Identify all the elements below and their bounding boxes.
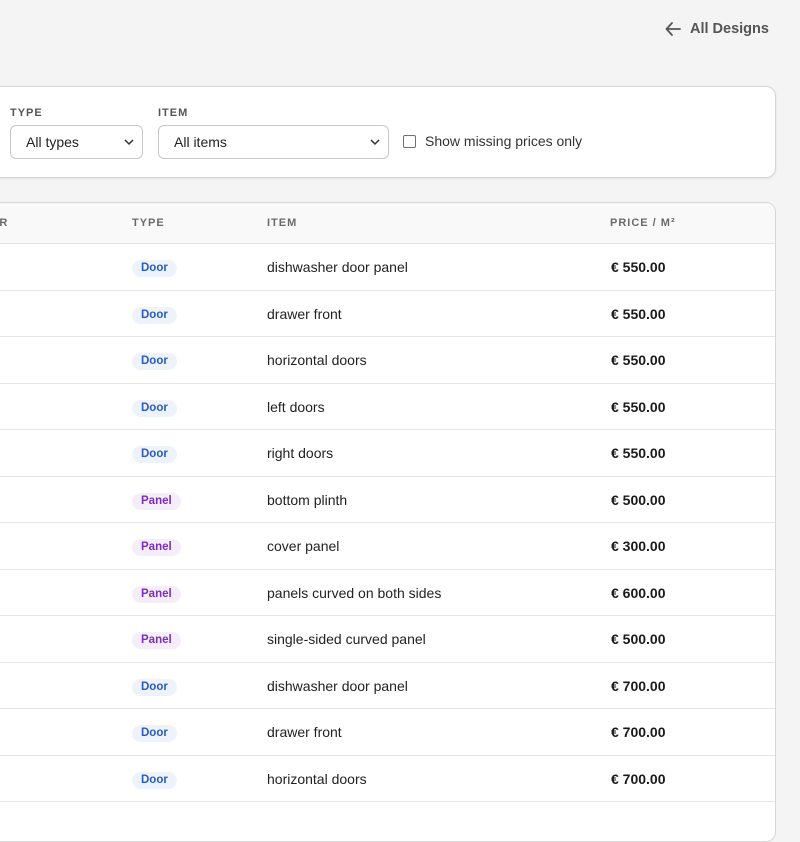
type-badge: Panel: [132, 585, 181, 603]
price-cell: € 500.00: [611, 631, 666, 647]
price-cell: € 550.00: [611, 352, 666, 368]
table-row[interactable]: Door drawer front € 550.00: [0, 291, 775, 337]
missing-prices-checkbox[interactable]: [403, 134, 416, 148]
type-badge: Panel: [132, 492, 181, 510]
type-badge: Panel: [132, 632, 181, 649]
table-body: Door dishwasher door panel € 550.00 Door dra…: [0, 244, 775, 802]
item-select-value: All items: [174, 134, 227, 150]
chevron-down-icon: [124, 139, 134, 146]
item-cell: horizontal doors: [267, 352, 367, 368]
prices-table: ER TYPE ITEM PRICE / M² Door dishwasher d…: [0, 202, 776, 842]
table-row[interactable]: Door drawer front € 700.00: [0, 709, 775, 756]
table-row[interactable]: Door horizontal doors € 550.00: [0, 337, 775, 384]
chevron-down-icon: [370, 139, 380, 146]
type-badge: Door: [132, 678, 177, 696]
item-cell: panels curved on both sides: [267, 584, 442, 601]
type-badge: Door: [132, 353, 177, 370]
item-cell: drawer front: [267, 724, 342, 740]
item-select[interactable]: All items: [158, 125, 389, 159]
column-header-type: TYPE: [132, 217, 165, 229]
price-cell: € 600.00: [611, 584, 666, 601]
item-cell: horizontal doors: [267, 770, 367, 787]
price-cell: € 550.00: [611, 445, 666, 461]
column-header-price: PRICE / M²: [610, 217, 676, 229]
missing-prices-toggle[interactable]: Show missing prices only: [403, 133, 582, 149]
item-cell: drawer front: [267, 305, 342, 322]
price-cell: € 700.00: [611, 677, 666, 694]
price-cell: € 500.00: [611, 491, 666, 508]
type-badge: Door: [132, 260, 177, 277]
table-row[interactable]: Door horizontal doors € 700.00: [0, 756, 775, 802]
all-designs-link[interactable]: All Designs: [664, 20, 769, 38]
price-cell: € 700.00: [611, 770, 666, 787]
table-row[interactable]: Door dishwasher door panel € 700.00: [0, 663, 775, 709]
type-badge: Door: [132, 306, 177, 324]
item-cell: single-sided curved panel: [267, 631, 426, 647]
arrow-left-icon: [665, 22, 681, 36]
price-cell: € 700.00: [611, 724, 666, 740]
item-cell: cover panel: [267, 538, 340, 554]
table-row[interactable]: Panel panels curved on both sides € 600.00: [0, 570, 775, 616]
table-row[interactable]: Panel single-sided curved panel € 500.00: [0, 616, 775, 663]
column-header-item: ITEM: [267, 217, 298, 229]
table-header: ER TYPE ITEM PRICE / M²: [0, 203, 775, 244]
type-filter-label: TYPE: [10, 107, 43, 119]
item-cell: left doors: [267, 398, 325, 415]
price-cell: € 550.00: [611, 398, 666, 415]
all-designs-label: All Designs: [690, 21, 769, 37]
price-cell: € 300.00: [611, 538, 666, 554]
type-select-value: All types: [26, 134, 79, 150]
type-badge: Door: [132, 446, 177, 463]
type-badge: Door: [132, 771, 177, 789]
table-row[interactable]: Door right doors € 550.00: [0, 430, 775, 477]
item-cell: bottom plinth: [267, 491, 348, 508]
item-cell: dishwasher door panel: [267, 259, 408, 275]
missing-prices-label: Show missing prices only: [425, 133, 583, 149]
table-row[interactable]: Panel cover panel € 300.00: [0, 523, 775, 570]
filters-panel: TYPE All types ITEM All items Show missi…: [0, 86, 776, 178]
item-cell: right doors: [267, 445, 334, 461]
table-row[interactable]: Door dishwasher door panel € 550.00: [0, 244, 775, 291]
item-filter-label: ITEM: [158, 107, 189, 119]
table-row[interactable]: Door left doors € 550.00: [0, 384, 775, 430]
type-badge: Panel: [132, 539, 181, 556]
table-row[interactable]: Panel bottom plinth € 500.00: [0, 477, 775, 523]
type-badge: Door: [132, 399, 177, 417]
price-cell: € 550.00: [611, 305, 666, 322]
column-header-partial: ER: [0, 217, 9, 229]
type-badge: Door: [132, 725, 177, 742]
type-select[interactable]: All types: [10, 125, 143, 159]
price-cell: € 550.00: [611, 259, 666, 275]
item-cell: dishwasher door panel: [267, 677, 408, 694]
